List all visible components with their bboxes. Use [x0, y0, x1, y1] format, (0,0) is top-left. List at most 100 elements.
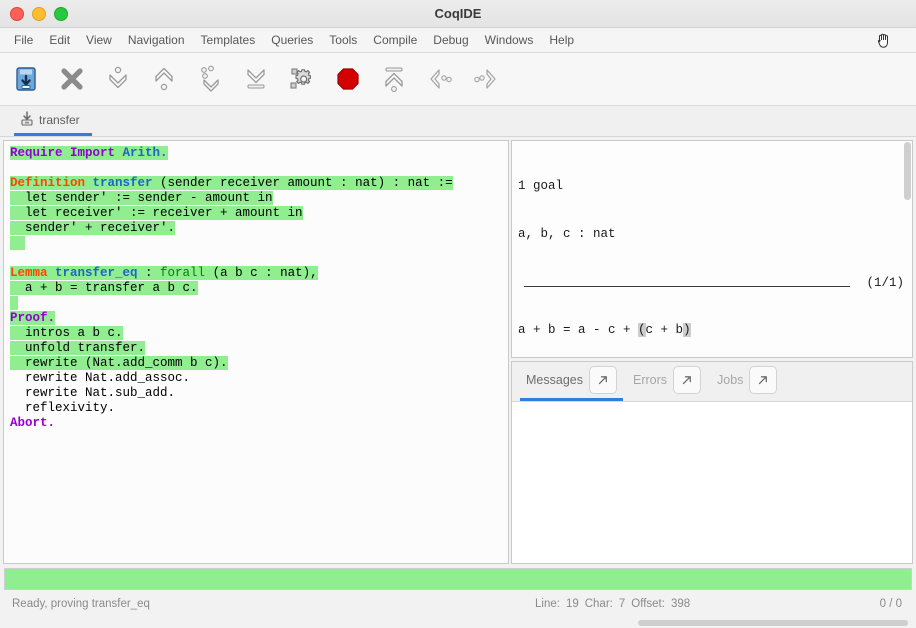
code-token: intros a b c. — [10, 326, 123, 340]
go-to-cursor-icon[interactable] — [192, 59, 228, 99]
code-token: Lemma — [10, 266, 56, 280]
goal-content: 1 goal a, b, c : nat (1/1) a + b = a - c… — [512, 141, 912, 357]
code-token: rewrite (Nat.add_comm b c). — [10, 356, 228, 370]
code-token: Abort. — [10, 416, 56, 430]
code-token: transfer — [92, 176, 161, 190]
message-output-area[interactable] — [512, 402, 912, 563]
goal-index-label: (1/1) — [866, 276, 904, 290]
maximize-window-button[interactable] — [54, 6, 68, 21]
goal-separator-line — [524, 286, 850, 287]
file-tab-label: transfer — [39, 113, 80, 127]
menu-debug[interactable]: Debug — [425, 31, 476, 49]
tab-jobs-label: Jobs — [717, 373, 744, 387]
compile-gears-icon[interactable] — [284, 59, 320, 99]
code-line: intros a b c. — [10, 326, 508, 341]
code-line: let receiver' := receiver + amount in — [10, 206, 508, 221]
detach-arrow-icon-messages[interactable] — [588, 366, 617, 394]
goal-paren-close: ) — [683, 323, 691, 337]
offset-value: 398 — [670, 598, 691, 610]
previous-occurrence-icon[interactable] — [422, 59, 458, 99]
goal-hypotheses: a, b, c : nat — [518, 227, 616, 241]
code-token: (a b c : nat), — [212, 266, 318, 280]
horizontal-scrollbar-thumb[interactable] — [638, 620, 908, 626]
goal-paren-body: c + b — [645, 323, 684, 337]
horizontal-scrollbar-area — [0, 618, 916, 628]
goal-panel[interactable]: 1 goal a, b, c : nat (1/1) a + b = a - c… — [511, 140, 913, 358]
minimize-window-button[interactable] — [32, 6, 46, 21]
main-work-area: Require Import Arith. Definition transfe… — [0, 137, 916, 564]
menu-windows[interactable]: Windows — [477, 31, 542, 49]
code-line — [10, 296, 508, 311]
file-save-icon — [20, 111, 34, 129]
code-token: forall — [160, 266, 213, 280]
go-to-end-icon[interactable] — [238, 59, 274, 99]
tab-messages[interactable]: Messages — [520, 362, 623, 401]
goal-count: 1 goal — [518, 179, 564, 193]
code-line: a + b = transfer a b c. — [10, 281, 508, 296]
script-editor-pane[interactable]: Require Import Arith. Definition transfe… — [3, 140, 509, 564]
main-toolbar — [0, 53, 916, 106]
cursor-position-group: Line: 19 Char: 7 Offset: 398 — [535, 598, 690, 610]
code-line: Proof. — [10, 311, 508, 326]
processing-progress-bar — [4, 568, 912, 590]
close-window-button[interactable] — [10, 6, 24, 21]
code-line: Require Import Arith. — [10, 146, 508, 161]
menu-view[interactable]: View — [78, 31, 120, 49]
code-token: a + b = transfer a b c. — [10, 281, 198, 295]
code-token: : — [145, 266, 161, 280]
window-controls — [0, 6, 68, 21]
menu-navigation[interactable]: Navigation — [120, 31, 193, 49]
save-icon[interactable] — [8, 59, 44, 99]
close-x-icon[interactable] — [54, 59, 90, 99]
menu-tools[interactable]: Tools — [321, 31, 365, 49]
code-token: unfold transfer. — [10, 341, 146, 355]
coq-script-text[interactable]: Require Import Arith. Definition transfe… — [4, 141, 508, 431]
file-tab-transfer[interactable]: transfer — [14, 108, 92, 136]
code-line: Lemma transfer_eq : forall (a b c : nat)… — [10, 266, 508, 281]
code-token: Definition — [10, 176, 93, 190]
menu-edit[interactable]: Edit — [41, 31, 78, 49]
message-panel: Messages Errors Jobs — [511, 361, 913, 564]
next-occurrence-icon[interactable] — [468, 59, 504, 99]
job-counter: 0 / 0 — [879, 598, 902, 610]
title-bar: CoqIDE — [0, 0, 916, 28]
tab-jobs[interactable]: Jobs — [711, 362, 783, 401]
code-token: Require Import — [10, 146, 123, 160]
code-token: let receiver' := receiver + amount in — [10, 206, 303, 220]
file-tab-strip: transfer — [0, 106, 916, 137]
code-line: sender' + receiver'. — [10, 221, 508, 236]
code-line: rewrite Nat.add_assoc. — [10, 371, 508, 386]
menu-templates[interactable]: Templates — [193, 31, 264, 49]
coqide-window: CoqIDE File Edit View Navigation Templat… — [0, 0, 916, 628]
offset-label: Offset: — [631, 598, 665, 610]
code-token: transfer_eq — [55, 266, 146, 280]
menu-queries[interactable]: Queries — [263, 31, 321, 49]
code-line: rewrite Nat.sub_add. — [10, 386, 508, 401]
char-label: Char: — [584, 598, 613, 610]
code-token: reflexivity. — [10, 401, 116, 415]
window-title: CoqIDE — [434, 6, 482, 21]
forward-one-step-icon[interactable] — [100, 59, 136, 99]
code-line: Abort. — [10, 416, 508, 431]
code-line: rewrite (Nat.add_comm b c). — [10, 356, 508, 371]
right-column: 1 goal a, b, c : nat (1/1) a + b = a - c… — [511, 140, 913, 564]
interrupt-stop-icon[interactable] — [330, 59, 366, 99]
line-label: Line: — [535, 598, 560, 610]
backward-one-step-icon[interactable] — [146, 59, 182, 99]
detach-arrow-icon-jobs[interactable] — [749, 366, 778, 394]
tab-errors[interactable]: Errors — [627, 362, 707, 401]
code-line — [10, 236, 508, 251]
menu-file[interactable]: File — [6, 31, 41, 49]
status-bar: Ready, proving transfer_eq Line: 19 Char… — [0, 590, 916, 618]
menu-help[interactable]: Help — [541, 31, 582, 49]
goal-panel-scrollbar[interactable] — [904, 142, 911, 200]
detach-arrow-icon-errors[interactable] — [673, 366, 702, 394]
tab-errors-label: Errors — [632, 373, 668, 387]
status-message: Ready, proving transfer_eq — [12, 598, 150, 610]
code-token: Arith. — [122, 146, 168, 160]
menu-compile[interactable]: Compile — [365, 31, 425, 49]
goal-separator-row: (1/1) — [518, 274, 912, 290]
restart-icon[interactable] — [376, 59, 412, 99]
code-token: rewrite Nat.add_assoc. — [10, 371, 191, 385]
